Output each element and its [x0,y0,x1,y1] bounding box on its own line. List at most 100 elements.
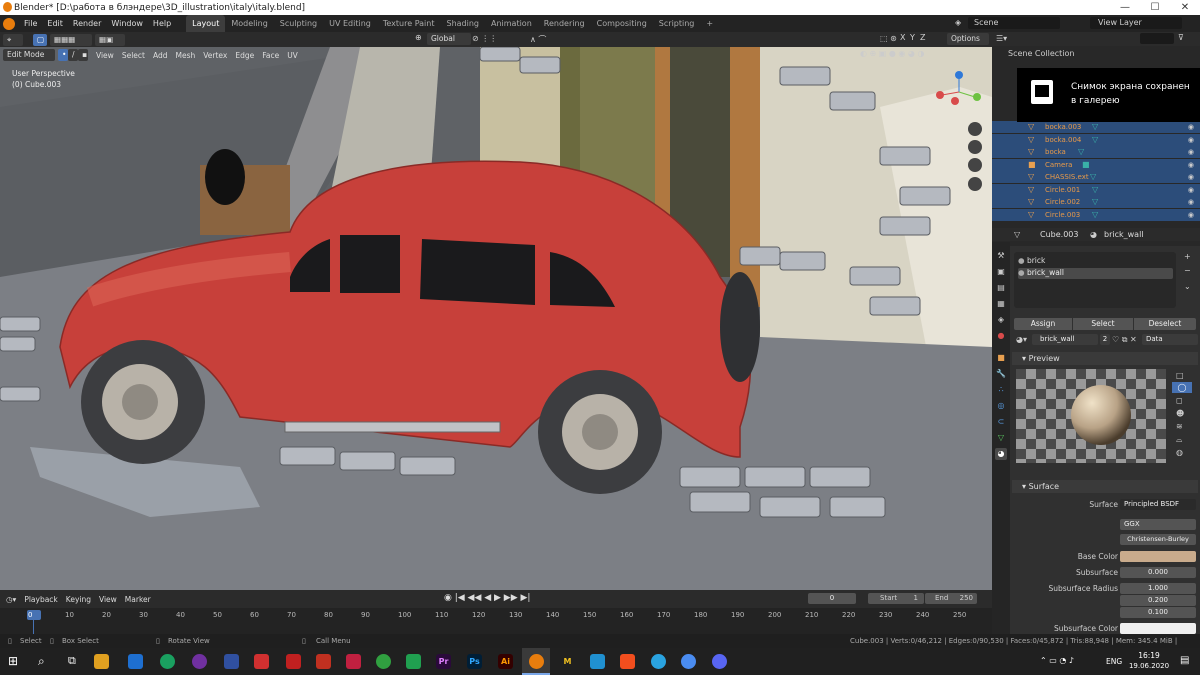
outliner-row[interactable]: ▽ CHASSIS.ext ▽ ◉ [992,171,1200,184]
outliner-row[interactable]: ▽ bocka.003 ▽ ◉ [992,121,1200,134]
scene-tab-icon[interactable]: ◈ [995,314,1007,326]
menu-help[interactable]: Help [148,15,176,32]
subsurface-color-swatch[interactable] [1120,623,1196,634]
language-indicator[interactable]: ENG [1106,657,1122,666]
menu-add[interactable]: Add [153,51,168,60]
illustrator-icon[interactable]: Ai [498,654,513,669]
menu-edit[interactable]: Edit [42,15,68,32]
axis-y[interactable]: Y [910,33,915,42]
subsurface-radius-z[interactable]: 0.100 [1120,607,1196,618]
constraints-tab-icon[interactable]: ⊂ [995,416,1007,428]
options-dropdown[interactable]: Options [947,33,989,45]
edge-select-icon[interactable]: / [68,49,78,61]
output-tab-icon[interactable]: ▤ [995,282,1007,294]
start-frame-field[interactable]: Start 1 [868,593,924,604]
remove-slot-icon[interactable]: − [1184,266,1191,275]
menu-select[interactable]: Select [122,51,145,60]
world-tab-icon[interactable]: ● [995,330,1007,342]
surface-shader-field[interactable]: Principled BSDF [1120,499,1196,510]
menu-mesh[interactable]: Mesh [175,51,195,60]
material-slot-selected[interactable]: ● brick_wall [1018,268,1173,279]
notifications-icon[interactable]: ▤ [1180,655,1189,666]
mode-toggles[interactable]: ▦▣ [95,33,125,46]
tab-sculpting[interactable]: Sculpting [274,15,323,32]
app-icon-red3[interactable] [316,654,331,669]
gizmo-icon[interactable]: ⬚ ⊛ [880,34,897,43]
particles-tab-icon[interactable]: ∴ [995,384,1007,396]
vertex-select-icon[interactable]: • [58,49,68,61]
outliner-row[interactable]: ▽ Circle.003 ▽ ◉ [992,208,1200,221]
object-tab-icon[interactable]: ■ [995,352,1007,364]
menu-playback[interactable]: Playback [24,595,57,604]
axis-z[interactable]: Z [920,33,925,42]
tab-rendering[interactable]: Rendering [538,15,591,32]
close-button[interactable]: ✕ [1170,0,1200,15]
subsurface-field[interactable]: 0.000 [1120,567,1196,578]
subsurface-method-dropdown[interactable]: Christensen-Burley [1120,534,1196,545]
menu-face[interactable]: Face [262,51,279,60]
menu-marker[interactable]: Marker [125,595,151,604]
subsurface-radius-y[interactable]: 0.200 [1120,595,1196,606]
menu-window[interactable]: Window [106,15,148,32]
select-button[interactable]: Select [1073,318,1133,330]
menu-timeline-view[interactable]: View [99,595,117,604]
timeline[interactable]: 0 10 20 30 40 50 60 70 80 90 100 110 120 130 140 150 160… [0,608,992,634]
app-icon-red4[interactable] [346,654,361,669]
visibility-icon[interactable]: ◉ [1188,171,1194,183]
visibility-icon[interactable]: ◉ [1188,146,1194,158]
preview-sky-icon[interactable]: ◍ [1176,448,1183,457]
clock-date[interactable]: 19.06.2020 [1126,662,1172,670]
visibility-icon[interactable]: ◉ [1188,184,1194,196]
data-tab-icon[interactable]: ▽ [995,432,1007,444]
face-select-icon[interactable]: ▪ [78,49,88,61]
file-explorer-icon[interactable] [94,654,109,669]
app-icon-red[interactable] [254,654,269,669]
material-slot[interactable]: ● brick [1018,256,1168,267]
premiere-icon[interactable]: Pr [436,654,451,669]
windows-start-icon[interactable]: ⊞ [8,654,18,668]
menu-vertex[interactable]: Vertex [203,51,227,60]
menu-view[interactable]: View [96,51,114,60]
axis-x[interactable]: X [900,33,905,42]
media-app-icon[interactable] [192,654,207,669]
task-view-icon[interactable]: ⧉ [68,654,76,668]
view-layer-tab-icon[interactable]: ▦ [995,298,1007,310]
outliner-row[interactable]: ▽ Circle.001 ▽ ◉ [992,183,1200,196]
subsurface-radius-x[interactable]: 1.000 [1120,583,1196,594]
photoshop-icon[interactable]: Ps [467,654,482,669]
playback-controls[interactable]: ◉ |◀ ◀◀ ◀ ▶ ▶▶ ▶| [444,593,530,603]
app-icon-blue[interactable] [590,654,605,669]
snap-icon[interactable]: ⊘ ⋮⋮ [472,34,497,43]
material-browse-icon[interactable]: ◕▾ [1016,335,1027,344]
material-name-field[interactable]: brick_wall [1032,334,1098,345]
surface-section-header[interactable]: ▾ Surface [1012,480,1198,493]
app-icon-red2[interactable] [286,654,301,669]
app-icon-green[interactable] [376,654,391,669]
app-icon-green2[interactable] [406,654,421,669]
physics-tab-icon[interactable]: ◎ [995,400,1007,412]
search-icon[interactable]: ⌕ [38,654,45,669]
preview-sphere-icon[interactable]: ◯ [1172,382,1192,393]
tab-scripting[interactable]: Scripting [653,15,701,32]
editor-type-icon[interactable]: ⌖ [3,33,23,46]
proportional-icon[interactable]: ∧ ⌒ [530,34,546,45]
edge-browser-icon[interactable] [160,654,175,669]
deselect-button[interactable]: Deselect [1134,318,1196,330]
material-tab-icon[interactable]: ◕ [995,448,1007,460]
end-frame-field[interactable]: End 250 [925,593,977,604]
filter-icon[interactable]: ⊽ [1178,33,1184,42]
menu-edge[interactable]: Edge [235,51,254,60]
transform-pivot-icon[interactable]: ⊕ [415,33,427,45]
outliner-editor-icon[interactable]: ☰▾ [996,34,1007,43]
preview-section-header[interactable]: ▾ Preview [1012,352,1198,365]
menu-file[interactable]: File [19,15,42,32]
outliner-row[interactable]: ■ Camera ■ ◉ [992,158,1200,171]
tray-icons[interactable]: ⌃ ▭ ◔ ♪ [1040,656,1074,665]
minimize-button[interactable]: — [1110,0,1140,15]
mode-dropdown[interactable]: Edit Mode [3,49,55,61]
figma-icon[interactable] [620,654,635,669]
view-layer-selector[interactable]: View Layer [1090,17,1182,29]
slot-menu-icon[interactable]: ⌄ [1184,282,1191,291]
preview-flat-icon[interactable]: □ [1176,371,1184,380]
telegram-icon[interactable] [651,654,666,669]
